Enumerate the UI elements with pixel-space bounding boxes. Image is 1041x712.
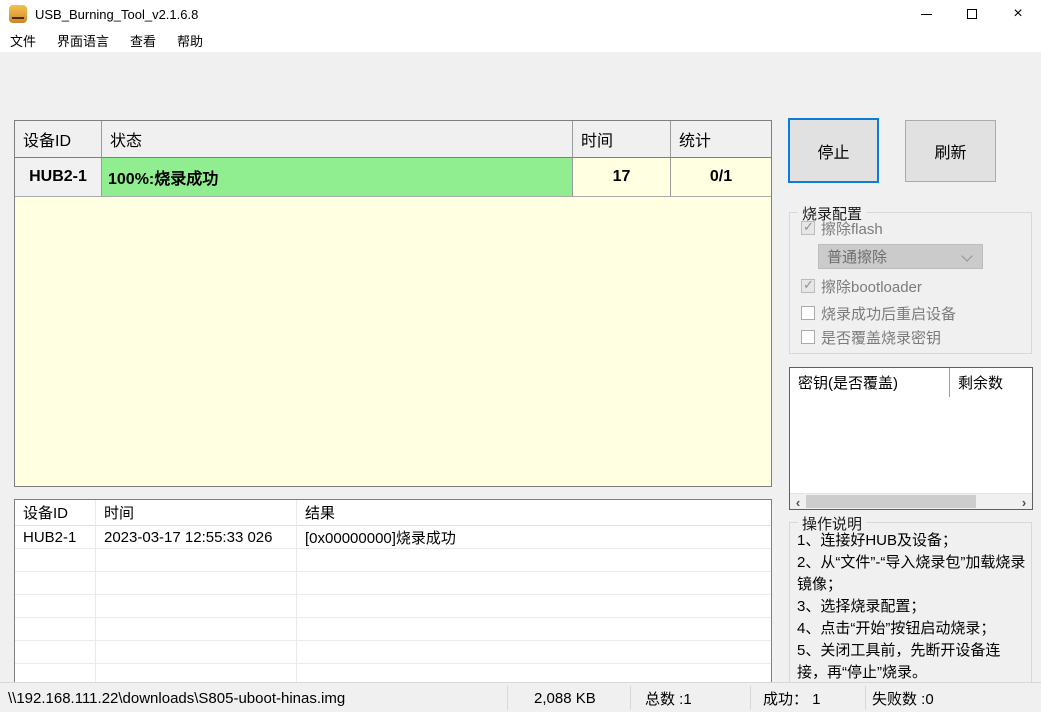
col-header-remaining: 剩余数: [958, 375, 1004, 392]
log-empty-row: [15, 549, 771, 572]
col-header-stats: 统计: [671, 121, 771, 158]
minimize-button[interactable]: [903, 0, 949, 28]
col-header-status: 状态: [102, 121, 573, 158]
log-empty-row: [15, 618, 771, 641]
instruction-line: 1、连接好HUB及设备；: [797, 532, 958, 549]
maximize-icon: [967, 9, 977, 19]
checkbox-unchecked-icon: [801, 306, 815, 320]
col-header-device-id: 设备ID: [15, 121, 102, 158]
col-header-time: 时间: [573, 121, 671, 158]
menu-language[interactable]: 界面语言: [49, 28, 117, 53]
checkbox-unchecked-icon: [801, 330, 815, 344]
log-table-header: 设备ID 时间 结果: [15, 500, 771, 526]
log-row[interactable]: HUB2-1 2023-03-17 12:55:33 026 [0x000000…: [15, 526, 771, 549]
device-id-cell: HUB2-1: [15, 158, 102, 197]
status-bar: \\192.168.111.22\downloads\S805-uboot-hi…: [0, 682, 1041, 712]
refresh-button[interactable]: 刷新: [905, 120, 996, 182]
col-header-time: 时间: [96, 500, 297, 526]
burn-config-group: 烧录配置 ✓ 擦除flash 普通擦除 ✓ 擦除bootloader 烧录成功后…: [789, 203, 1032, 354]
erase-mode-dropdown[interactable]: 普通擦除: [818, 244, 983, 269]
log-device-id-cell: HUB2-1: [15, 526, 96, 549]
chevron-down-icon: [961, 250, 973, 262]
overwrite-burn-key-checkbox[interactable]: 是否覆盖烧录密钥: [801, 328, 942, 347]
log-result-cell: [0x00000000]烧录成功: [297, 526, 771, 549]
checkbox-checked-icon: ✓: [801, 219, 815, 235]
menu-help[interactable]: 帮助: [169, 28, 211, 53]
minimize-icon: [920, 13, 932, 15]
scroll-thumb[interactable]: [806, 495, 976, 508]
overwrite-burn-key-label: 是否覆盖烧录密钥: [821, 329, 942, 347]
reboot-after-success-label: 烧录成功后重启设备: [821, 305, 957, 323]
device-progress-table: 设备ID 状态 时间 统计 HUB2-1 100%:烧录成功 17 0/1: [14, 120, 772, 487]
instruction-line: 2、从“文件”-“导入烧录包”加载烧录镜像；: [797, 554, 1026, 593]
col-header-result: 结果: [297, 500, 771, 526]
window-title: USB_Burning_Tool_v2.1.6.8: [35, 6, 199, 22]
scroll-left-icon[interactable]: ‹: [790, 494, 806, 510]
burn-stats-cell: 0/1: [671, 158, 771, 197]
col-header-device-id: 设备ID: [15, 500, 96, 526]
total-count: 总数 :1: [645, 690, 692, 708]
close-icon: ×: [1013, 5, 1023, 22]
burn-status-cell: 100%:烧录成功: [102, 158, 573, 197]
instruction-line: 4、点击“开始”按钮启动烧录；: [797, 620, 996, 637]
menu-file[interactable]: 文件: [2, 28, 44, 53]
status-divider: [507, 686, 508, 710]
menu-bar: 文件 界面语言 查看 帮助: [0, 28, 1041, 52]
log-empty-row: [15, 641, 771, 664]
checkbox-checked-icon: ✓: [801, 277, 815, 293]
app-icon: [9, 5, 27, 23]
erase-mode-value: 普通擦除: [827, 249, 888, 266]
status-divider: [750, 686, 751, 710]
image-path: \\192.168.111.22\downloads\S805-uboot-hi…: [8, 689, 346, 707]
reboot-after-success-checkbox[interactable]: 烧录成功后重启设备: [801, 304, 957, 323]
title-bar: USB_Burning_Tool_v2.1.6.8 ×: [0, 0, 1041, 28]
scroll-right-icon[interactable]: ›: [1016, 494, 1032, 510]
burn-log-table: 设备ID 时间 结果 HUB2-1 2023-03-17 12:55:33 02…: [14, 499, 772, 712]
key-table: 密钥(是否覆盖) 剩余数 ‹ ›: [789, 367, 1033, 510]
device-row[interactable]: HUB2-1 100%:烧录成功 17 0/1: [15, 158, 771, 197]
status-divider: [865, 686, 866, 710]
log-empty-row: [15, 595, 771, 618]
status-divider: [630, 686, 631, 710]
col-header-key: 密钥(是否覆盖): [790, 368, 950, 397]
client-area: 设备ID 状态 时间 统计 HUB2-1 100%:烧录成功 17 0/1 停止…: [0, 52, 1041, 712]
burn-time-cell: 17: [573, 158, 671, 197]
device-table-header: 设备ID 状态 时间 统计: [15, 121, 771, 158]
success-count: 成功： 1: [763, 690, 821, 708]
menu-view[interactable]: 查看: [122, 28, 164, 53]
close-button[interactable]: ×: [995, 0, 1041, 28]
key-table-header: 密钥(是否覆盖) 剩余数: [790, 368, 1032, 397]
key-table-hscrollbar[interactable]: ‹ ›: [790, 493, 1032, 510]
maximize-button[interactable]: [949, 0, 995, 28]
log-time-cell: 2023-03-17 12:55:33 026: [96, 526, 297, 549]
instruction-line: 5、关闭工具前，先断开设备连接，再“停止”烧录。: [797, 642, 1001, 681]
erase-bootloader-checkbox[interactable]: ✓ 擦除bootloader: [801, 277, 922, 296]
stop-button[interactable]: 停止: [788, 118, 879, 183]
log-empty-row: [15, 572, 771, 595]
window-controls: ×: [903, 0, 1041, 28]
instruction-line: 3、选择烧录配置；: [797, 598, 926, 615]
usb-burning-tool-window: USB_Burning_Tool_v2.1.6.8 × 文件 界面语言 查看 帮…: [0, 0, 1041, 712]
erase-flash-checkbox[interactable]: ✓ 擦除flash: [801, 219, 883, 238]
failed-count: 失败数 :0: [872, 690, 934, 708]
erase-flash-label: 擦除flash: [821, 220, 883, 238]
image-size: 2,088 KB: [534, 689, 596, 707]
erase-bootloader-label: 擦除bootloader: [821, 278, 922, 296]
